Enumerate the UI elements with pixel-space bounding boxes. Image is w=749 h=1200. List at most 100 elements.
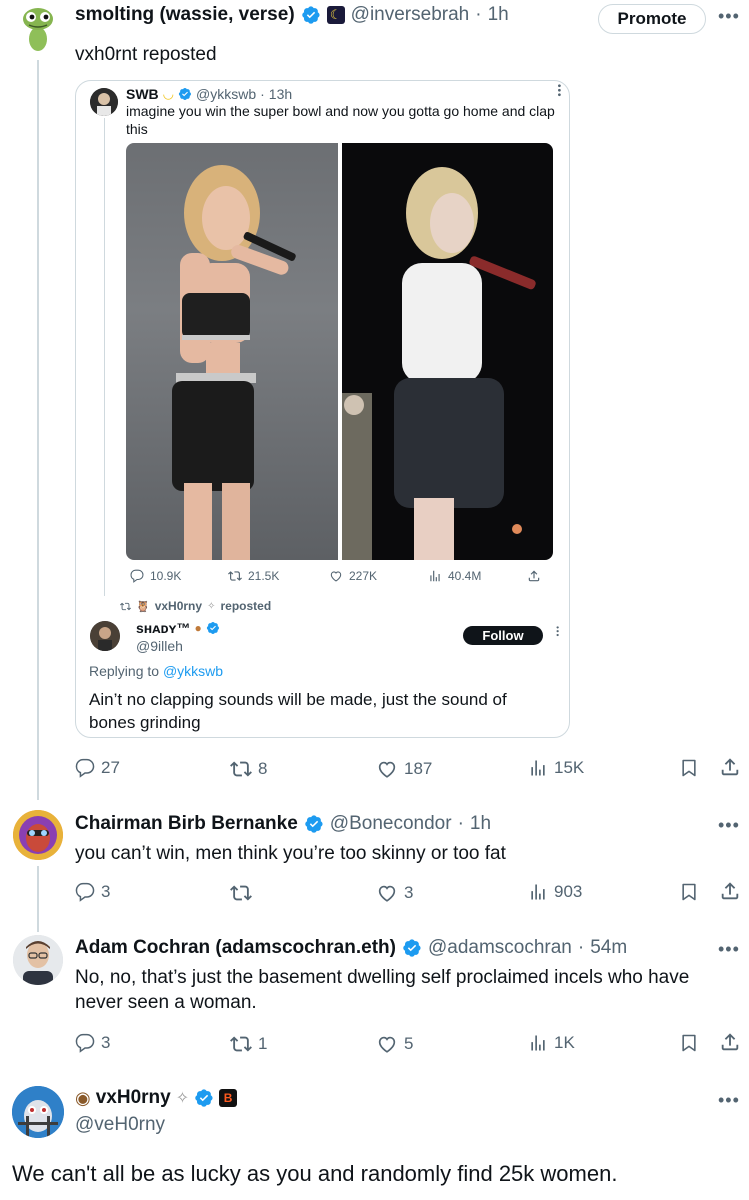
verified-icon [194, 1088, 214, 1108]
quote-photo-right[interactable] [342, 143, 553, 560]
like-action[interactable]: 3 [376, 882, 413, 904]
author-name[interactable]: vxH0rny [96, 1087, 171, 1109]
like-icon [329, 569, 343, 583]
dot-separator: · [577, 937, 585, 958]
avatar[interactable] [18, 5, 58, 53]
like-count: 5 [404, 1034, 414, 1053]
dot-separator: · [475, 4, 482, 25]
quote-photo-left[interactable] [126, 143, 338, 560]
repost-icon [230, 882, 252, 904]
bookmark-action[interactable] [679, 758, 699, 778]
like-action[interactable]: 187 [376, 758, 432, 780]
post-time[interactable]: 1h [488, 4, 509, 26]
views-count: 1K [554, 1033, 575, 1052]
avatar[interactable] [90, 621, 120, 651]
reposted-by-name[interactable]: vxH0rny [155, 599, 202, 613]
promote-button[interactable]: Promote [598, 4, 706, 34]
verified-icon [206, 621, 220, 635]
author-name[interactable]: Adam Cochran (adamscochran.eth) [75, 937, 396, 959]
performer-photo-icon [172, 165, 296, 560]
reply-action[interactable]: 3 [75, 1033, 110, 1053]
reposted-label: reposted [220, 599, 272, 613]
bookmark-action[interactable] [679, 882, 699, 902]
quote-reply-stat[interactable]: 10.9K [130, 569, 181, 583]
banana-icon: ◡ [162, 86, 175, 101]
author-handle[interactable]: @inversebrah [351, 4, 470, 26]
rabbit-icon: ✧ [207, 600, 216, 612]
quote-handle[interactable]: @ykkswb [196, 86, 256, 102]
share-icon [527, 569, 541, 583]
post-text: We can't all be as lucky as you and rand… [12, 1161, 618, 1186]
more-icon[interactable]: ••• [718, 6, 740, 27]
moon-badge-icon: ☾ [326, 6, 345, 24]
quote-repost-stat[interactable]: 21.5K [228, 569, 279, 583]
author-handle[interactable]: @veH0rny [75, 1114, 165, 1136]
replying-to-handle[interactable]: @ykkswb [163, 663, 223, 679]
like-icon [376, 882, 398, 904]
performer-photo-icon [342, 167, 536, 560]
reply-count: 27 [101, 758, 120, 777]
bookmark-action[interactable] [679, 1033, 699, 1053]
views-count: 903 [554, 882, 583, 901]
more-icon[interactable]: ••• [718, 815, 740, 836]
reply-action[interactable]: 3 [75, 882, 110, 902]
vxh0rny-avatar-icon [12, 1086, 64, 1138]
repost-count: 8 [258, 759, 268, 778]
like-icon [376, 1033, 398, 1055]
avatar[interactable] [13, 935, 63, 985]
quote-share-stat[interactable] [527, 569, 541, 583]
quote-like-stat[interactable]: 227K [329, 569, 377, 583]
author-name[interactable]: smolting (wassie, verse) [75, 4, 295, 26]
quote-author-name[interactable]: SWB [126, 86, 159, 102]
reply-author-name[interactable]: sʜᴀᴅʏ™ [136, 620, 191, 636]
more-icon[interactable]: ••• [718, 1090, 740, 1111]
repost-action[interactable]: 1 [230, 1033, 267, 1055]
more-icon[interactable]: ••• [553, 626, 562, 637]
quote-views-stat[interactable]: 40.4M [428, 569, 481, 583]
repost-icon [228, 569, 242, 583]
author-handle[interactable]: @Bonecondor [330, 813, 452, 835]
views-action[interactable]: 15K [528, 758, 584, 778]
like-action[interactable]: 5 [376, 1033, 413, 1055]
verified-icon [178, 87, 192, 101]
rabbit-icon: ✧ [175, 1090, 190, 1107]
views-count: 15K [554, 758, 585, 777]
more-icon[interactable]: ••• [718, 939, 740, 960]
reply-icon [130, 569, 144, 583]
post-time[interactable]: 54m [590, 937, 627, 959]
like-count: 227K [349, 569, 378, 583]
share-icon [719, 1031, 741, 1053]
verified-icon [301, 5, 321, 25]
avatar[interactable] [12, 1086, 64, 1138]
more-icon[interactable]: ••• [553, 84, 564, 98]
teddy-bear-icon: ● [194, 621, 202, 635]
reply-icon [75, 758, 95, 778]
views-icon [428, 569, 442, 583]
author-handle[interactable]: @adamscochran [428, 937, 572, 959]
repost-action[interactable]: 8 [230, 758, 267, 780]
repost-action[interactable] [230, 882, 258, 904]
repost-count: 1 [258, 1034, 268, 1053]
avatar[interactable] [90, 88, 118, 116]
reply-handle[interactable]: @9illeh [136, 638, 183, 654]
like-count: 3 [404, 883, 414, 902]
post-time[interactable]: 1h [470, 813, 491, 835]
views-icon [528, 1033, 548, 1053]
views-action[interactable]: 903 [528, 882, 582, 902]
adam-avatar-icon [13, 935, 63, 985]
reply-action[interactable]: 27 [75, 758, 120, 778]
bookmark-icon [679, 758, 699, 778]
views-action[interactable]: 1K [528, 1033, 575, 1053]
author-name[interactable]: Chairman Birb Bernanke [75, 813, 298, 835]
like-count: 187 [404, 759, 433, 778]
share-action[interactable] [719, 1031, 741, 1053]
quote-time[interactable]: 13h [269, 86, 292, 102]
follow-button[interactable]: Follow [463, 626, 543, 645]
share-action[interactable] [719, 880, 741, 902]
share-action[interactable] [719, 756, 741, 778]
reply-count: 10.9K [150, 569, 182, 583]
repost-icon [120, 601, 131, 612]
post-text: you can’t win, men think you’re too skin… [75, 843, 506, 864]
avatar[interactable] [13, 810, 63, 860]
dot-separator: · [260, 86, 265, 102]
